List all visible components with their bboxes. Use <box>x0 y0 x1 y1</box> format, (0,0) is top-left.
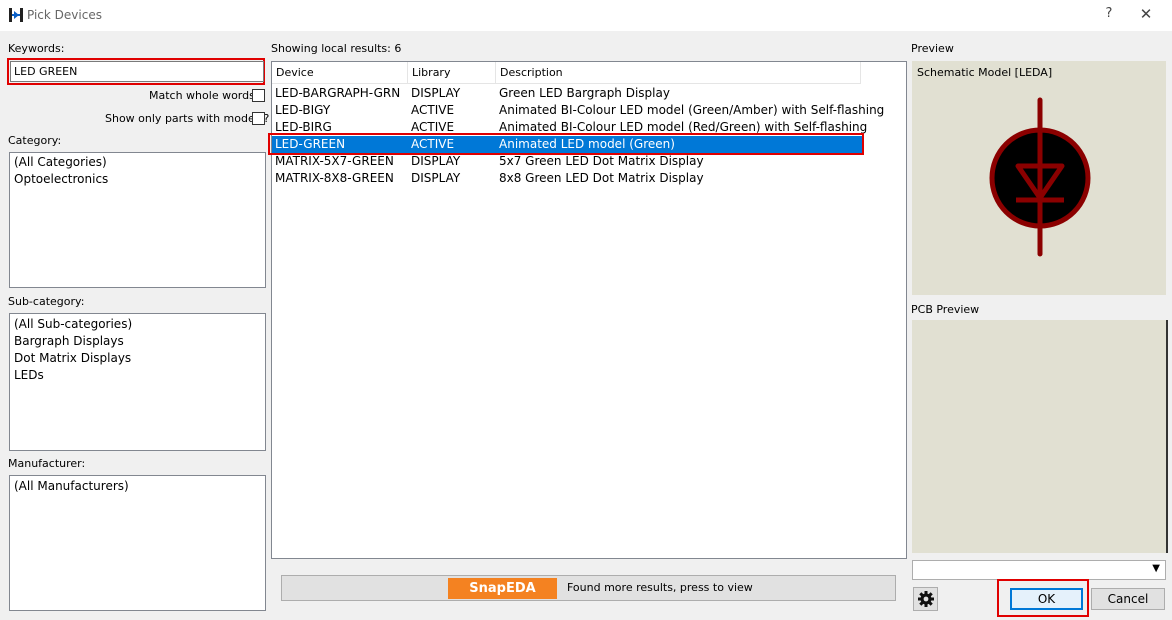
manufacturer-item[interactable]: (All Manufacturers) <box>14 479 129 493</box>
ok-button[interactable]: OK <box>1010 588 1083 610</box>
library-cell: DISPLAY <box>411 171 461 185</box>
schematic-title: Schematic Model [LEDA] <box>917 66 1053 79</box>
table-row[interactable]: MATRIX-5X7-GREEN DISPLAY 5x7 Green LED D… <box>272 153 862 170</box>
description-cell: Green LED Bargraph Display <box>499 86 670 100</box>
device-cell: MATRIX-8X8-GREEN <box>275 171 394 185</box>
help-icon[interactable]: ? <box>1100 6 1118 24</box>
app-icon <box>9 8 23 22</box>
match-whole-words-checkbox[interactable] <box>252 89 265 102</box>
settings-button[interactable] <box>913 587 938 611</box>
column-header-device[interactable]: Device <box>272 62 408 84</box>
manufacturer-list[interactable]: (All Manufacturers) <box>9 475 266 611</box>
match-whole-words-label: Match whole words? <box>149 89 261 102</box>
library-cell: DISPLAY <box>411 154 461 168</box>
cancel-button[interactable]: Cancel <box>1091 588 1165 610</box>
description-cell: 5x7 Green LED Dot Matrix Display <box>499 154 704 168</box>
table-row[interactable]: LED-BARGRAPH-GRN DISPLAY Green LED Bargr… <box>272 85 862 102</box>
table-row[interactable]: MATRIX-8X8-GREEN DISPLAY 8x8 Green LED D… <box>272 170 862 187</box>
category-list[interactable]: (All Categories) Optoelectronics <box>9 152 266 288</box>
results-count-label: Showing local results: 6 <box>271 42 402 55</box>
keywords-input-value: LED GREEN <box>14 65 78 78</box>
preview-label: Preview <box>911 42 954 55</box>
subcategory-item[interactable]: LEDs <box>14 368 44 382</box>
category-label: Category: <box>8 134 62 147</box>
description-cell: 8x8 Green LED Dot Matrix Display <box>499 171 704 185</box>
subcategory-item[interactable]: (All Sub-categories) <box>14 317 132 331</box>
led-schematic-symbol <box>989 97 1091 257</box>
device-cell: MATRIX-5X7-GREEN <box>275 154 394 168</box>
show-only-models-checkbox[interactable] <box>252 112 265 125</box>
category-item[interactable]: Optoelectronics <box>14 172 108 186</box>
subcategory-item[interactable]: Bargraph Displays <box>14 334 124 348</box>
snapeda-message: Found more results, press to view <box>567 581 753 594</box>
description-cell: Animated BI-Colour LED model (Green/Ambe… <box>499 103 885 117</box>
table-row[interactable]: LED-BIGY ACTIVE Animated BI-Colour LED m… <box>272 102 884 119</box>
library-cell: ACTIVE <box>411 103 455 117</box>
chevron-down-icon: ▼ <box>1152 563 1160 574</box>
subcategory-list[interactable]: (All Sub-categories) Bargraph Displays D… <box>9 313 266 451</box>
preview-select[interactable]: ▼ <box>912 560 1166 580</box>
gear-icon <box>917 591 934 607</box>
manufacturer-label: Manufacturer: <box>8 457 86 470</box>
keywords-label: Keywords: <box>8 42 65 55</box>
column-header-library[interactable]: Library <box>408 62 496 84</box>
window-title: Pick Devices <box>27 8 102 22</box>
snapeda-bar[interactable]: SnapEDA Found more results, press to vie… <box>281 575 896 601</box>
show-only-models-label: Show only parts with models? <box>105 112 270 125</box>
pcb-preview <box>912 320 1168 553</box>
selected-row-highlight <box>268 133 864 155</box>
library-cell: DISPLAY <box>411 86 461 100</box>
device-cell: LED-BARGRAPH-GRN <box>275 86 401 100</box>
subcategory-label: Sub-category: <box>8 295 85 308</box>
title-bar: Pick Devices ? ✕ <box>0 0 1172 31</box>
device-cell: LED-BIGY <box>275 103 331 117</box>
subcategory-item[interactable]: Dot Matrix Displays <box>14 351 131 365</box>
category-item[interactable]: (All Categories) <box>14 155 107 169</box>
pcb-preview-label: PCB Preview <box>911 303 980 316</box>
keywords-input[interactable]: LED GREEN <box>10 61 264 82</box>
column-header-description[interactable]: Description <box>496 62 861 84</box>
schematic-preview: Schematic Model [LEDA] <box>912 61 1166 295</box>
close-icon[interactable]: ✕ <box>1136 5 1156 25</box>
snapeda-logo: SnapEDA <box>448 578 557 599</box>
